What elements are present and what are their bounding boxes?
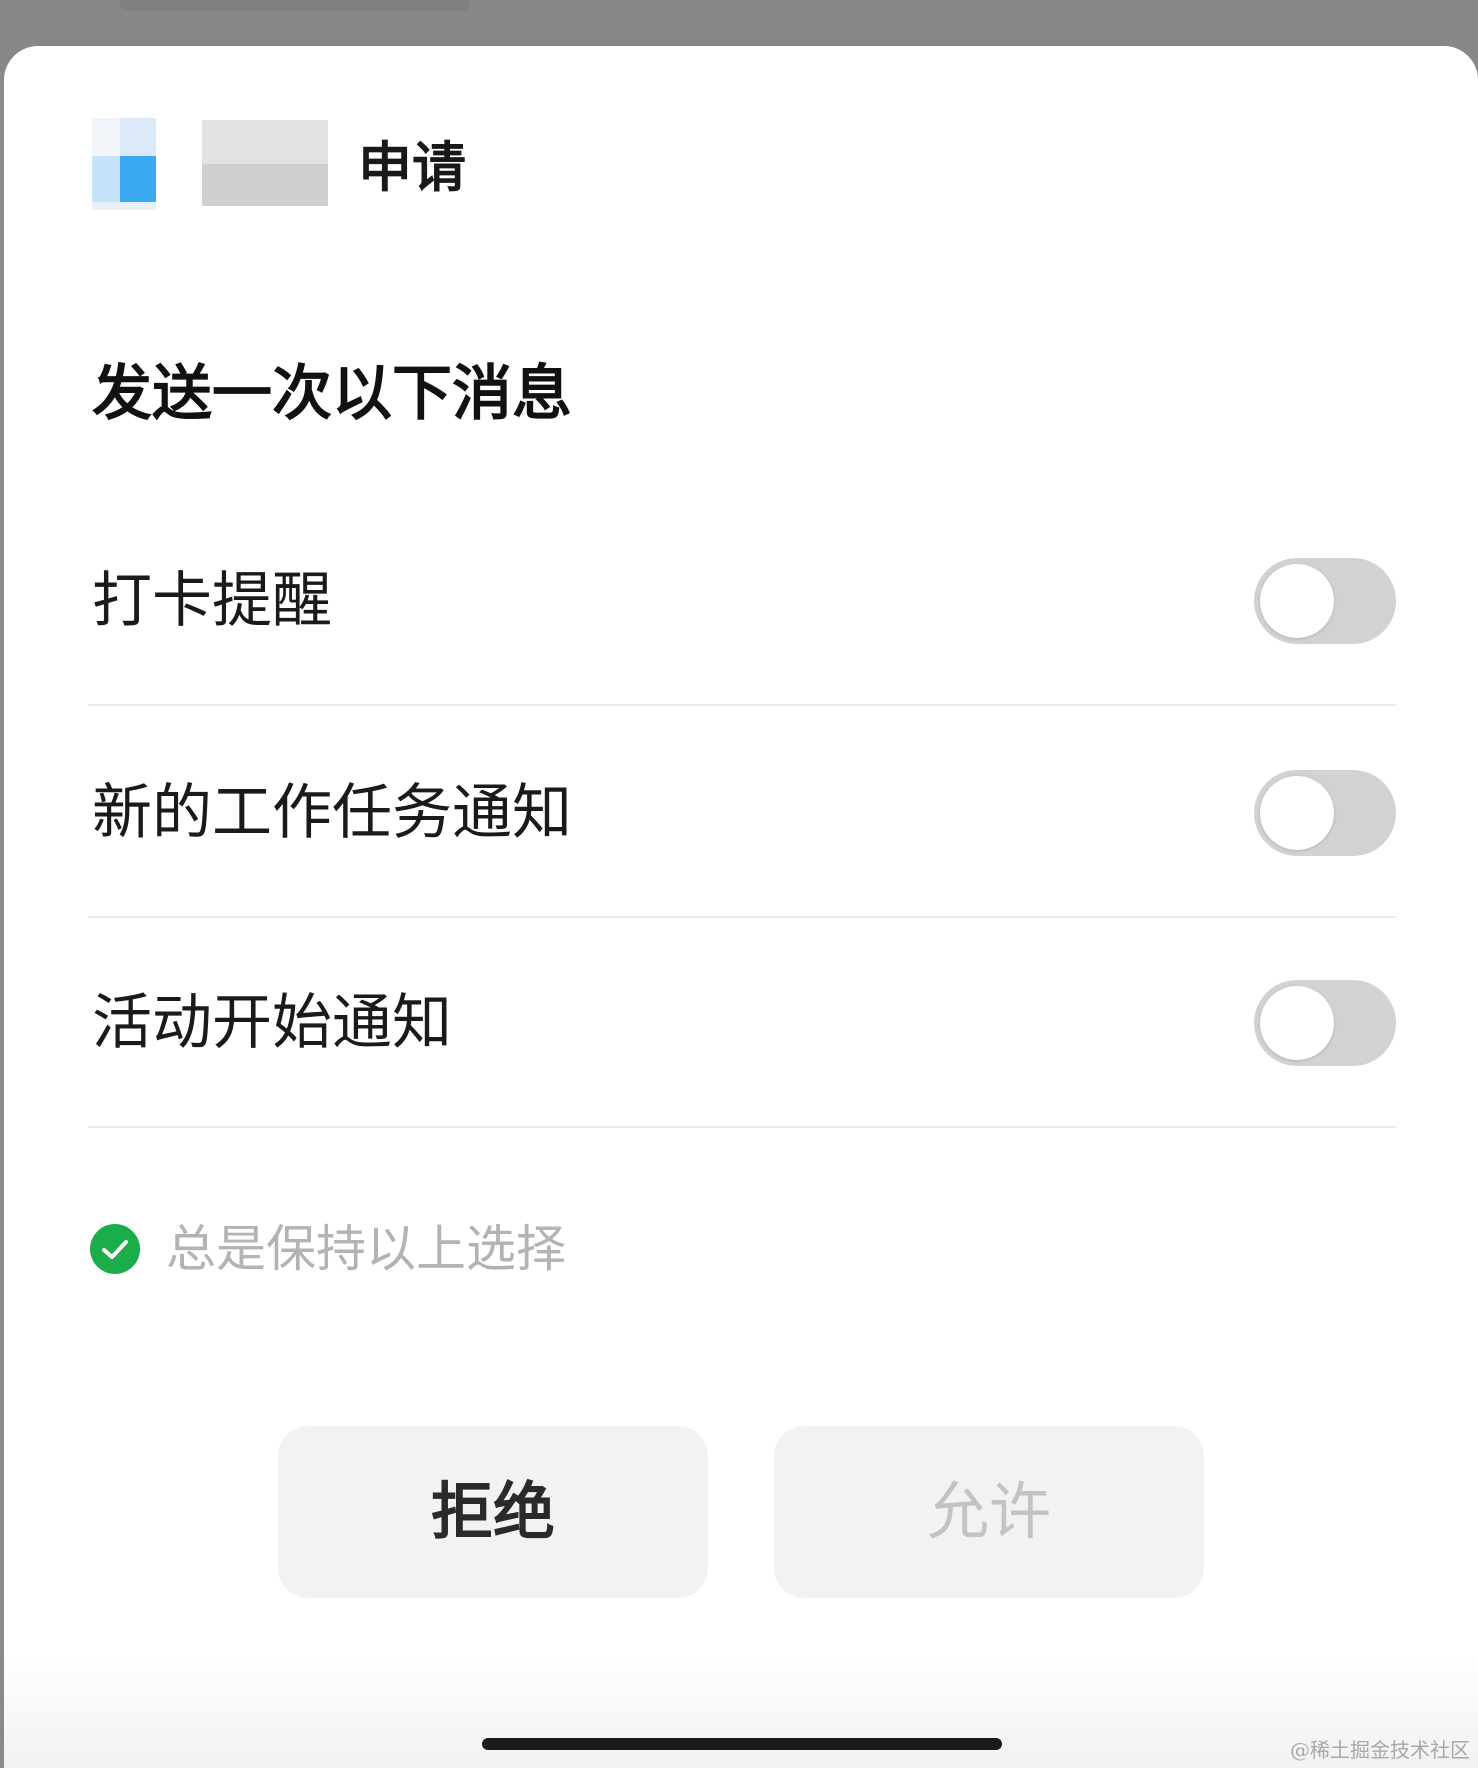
option-row-activity-start-notice[interactable]: 活动开始通知: [88, 918, 1396, 1128]
divider: [88, 704, 1396, 706]
check-circle-icon[interactable]: [90, 1224, 140, 1274]
app-logo-icon: [92, 118, 172, 210]
option-label: 新的工作任务通知: [92, 778, 572, 848]
divider: [88, 1126, 1396, 1128]
option-label: 打卡提醒: [92, 566, 332, 636]
option-toggle[interactable]: [1254, 558, 1396, 644]
app-name-blurred: [202, 120, 328, 206]
allow-button[interactable]: 允许: [774, 1426, 1204, 1598]
toggle-knob: [1260, 776, 1334, 850]
page-title: 发送一次以下消息: [92, 359, 572, 429]
option-row-punch-reminder[interactable]: 打卡提醒: [88, 496, 1396, 706]
request-label: 申请: [358, 136, 466, 199]
option-toggle[interactable]: [1254, 980, 1396, 1066]
toggle-knob: [1260, 564, 1334, 638]
toggle-knob: [1260, 986, 1334, 1060]
background-bar: [120, 0, 470, 10]
home-indicator[interactable]: [482, 1738, 1002, 1750]
keep-selection-label[interactable]: 总是保持以上选择: [166, 1212, 566, 1286]
deny-button[interactable]: 拒绝: [278, 1426, 708, 1598]
option-label: 活动开始通知: [92, 988, 452, 1058]
watermark: @稀土掘金技术社区: [1290, 1738, 1470, 1762]
sheet-bottom-area: [4, 1658, 1478, 1768]
option-toggle[interactable]: [1254, 770, 1396, 856]
option-row-new-task-notice[interactable]: 新的工作任务通知: [88, 708, 1396, 918]
